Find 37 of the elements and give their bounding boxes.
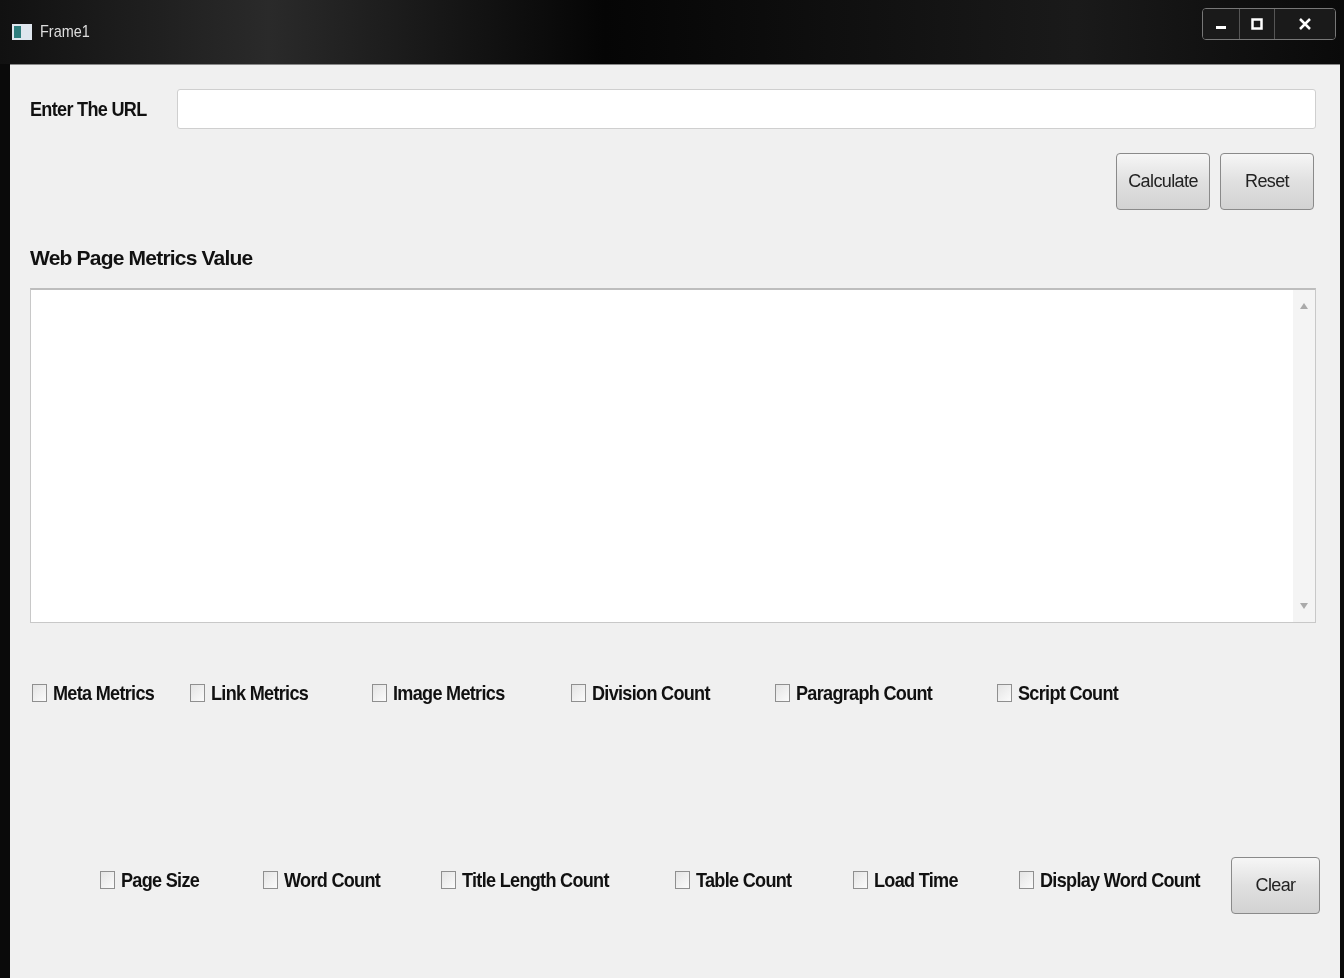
close-icon[interactable] — [1274, 9, 1335, 39]
checkbox[interactable] — [853, 870, 868, 889]
checkbox-label: Meta Metrics — [53, 681, 155, 705]
checkbox-label: Paragraph Count — [796, 681, 933, 705]
checkbox[interactable] — [571, 684, 586, 702]
checkbox-label: Link Metrics — [211, 681, 309, 705]
checkbox-label: Table Count — [696, 867, 792, 892]
checkbox[interactable] — [675, 870, 690, 889]
reset-button[interactable]: Reset — [1220, 153, 1314, 210]
url-input-field[interactable] — [177, 89, 1316, 129]
maximize-icon[interactable] — [1239, 9, 1274, 39]
scroll-down-icon[interactable] — [1299, 602, 1309, 610]
scroll-up-icon[interactable] — [1299, 302, 1309, 310]
url-label: Enter The URL — [30, 97, 147, 121]
checkbox[interactable] — [775, 684, 790, 702]
calculate-button[interactable]: Calculate — [1116, 153, 1210, 210]
checkbox[interactable] — [997, 684, 1012, 702]
minimize-icon[interactable] — [1203, 9, 1239, 39]
checkbox[interactable] — [372, 684, 387, 702]
checkbox[interactable] — [1019, 870, 1034, 889]
checkbox-label: Image Metrics — [393, 681, 505, 705]
checkbox-label: Word Count — [284, 867, 381, 892]
checkbox-label: Load Time — [874, 867, 958, 892]
checkbox[interactable] — [32, 684, 47, 702]
checkbox-label: Title Length Count — [462, 867, 609, 892]
checkbox-label: Script Count — [1018, 681, 1119, 705]
checkbox[interactable] — [441, 870, 456, 889]
checkbox-label: Division Count — [592, 681, 710, 705]
app-icon — [12, 24, 32, 40]
checkbox[interactable] — [263, 870, 278, 889]
checkbox[interactable] — [100, 870, 115, 889]
checkbox-label: Display Word Count — [1040, 867, 1200, 892]
window-title: Frame1 — [40, 22, 91, 42]
checkbox[interactable] — [190, 684, 205, 702]
output-label: Web Page Metrics Value — [30, 246, 253, 269]
checkbox-label: Page Size — [121, 867, 200, 892]
clear-button[interactable]: Clear — [1231, 857, 1320, 914]
